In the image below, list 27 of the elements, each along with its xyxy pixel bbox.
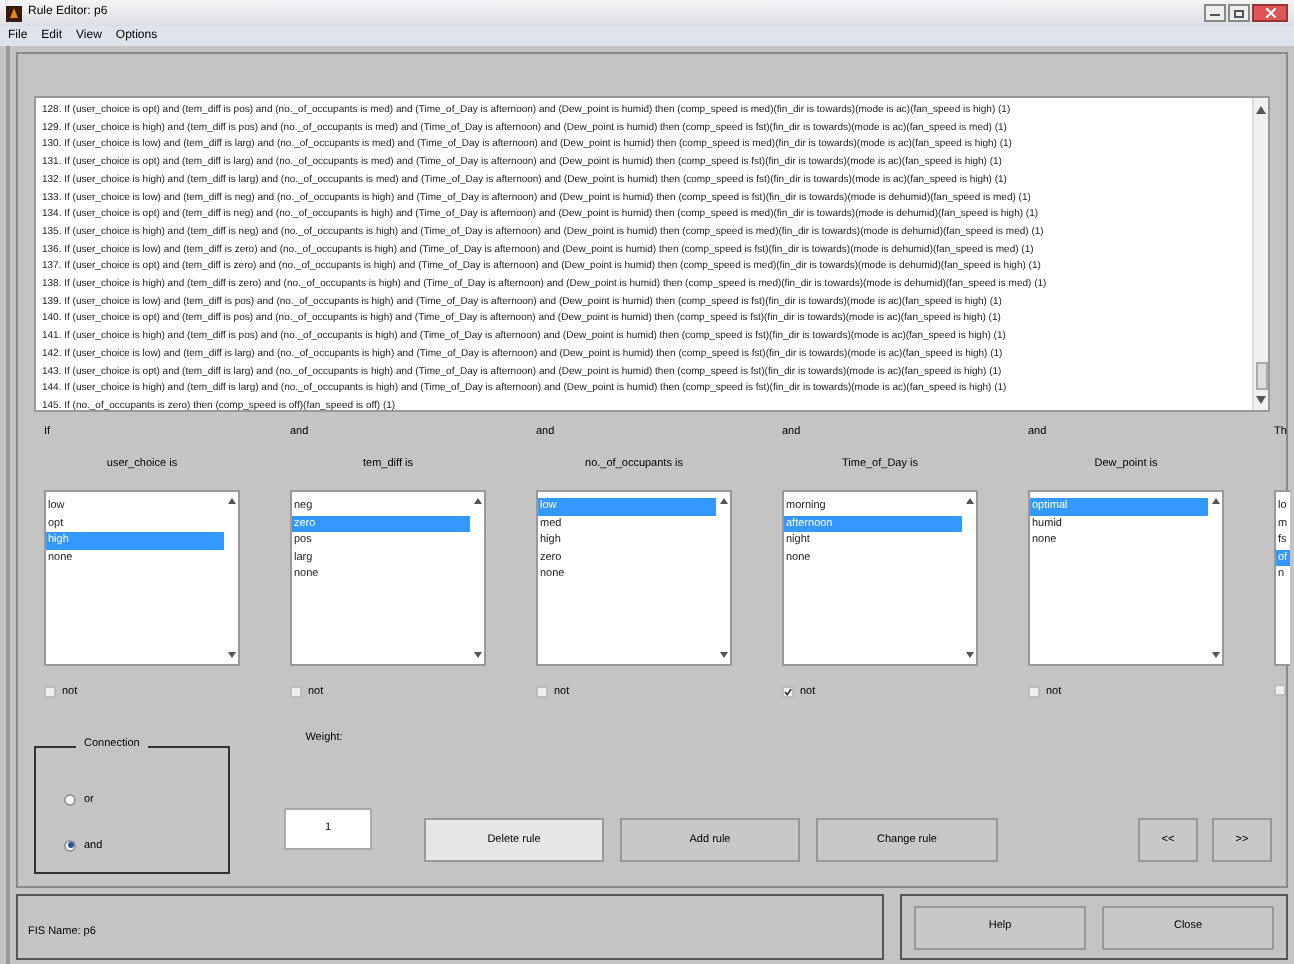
app-icon (6, 5, 22, 21)
down-arrow-icon[interactable] (1211, 652, 1219, 658)
up-arrow-icon[interactable] (1211, 498, 1219, 504)
scrollbar[interactable] (1252, 98, 1268, 410)
checkbox[interactable] (290, 686, 302, 699)
down-arrow-icon[interactable] (965, 652, 973, 658)
checkbox[interactable] (536, 686, 548, 699)
close-icon (1265, 8, 1275, 18)
checkbox[interactable] (782, 686, 794, 699)
down-arrow-icon[interactable] (719, 652, 727, 658)
up-arrow-icon[interactable] (227, 498, 235, 504)
radio-button[interactable] (64, 794, 76, 807)
checkbox[interactable] (44, 686, 56, 699)
close-button[interactable] (1252, 4, 1288, 22)
minimize-button[interactable] (1204, 4, 1226, 22)
radio-button[interactable] (64, 839, 76, 852)
up-arrow-icon[interactable] (719, 498, 727, 504)
up-arrow-icon[interactable] (1256, 106, 1266, 114)
down-arrow-icon[interactable] (473, 652, 481, 658)
up-arrow-icon[interactable] (473, 498, 481, 504)
scrollbar-thumb[interactable] (1255, 362, 1267, 390)
checkbox[interactable] (1028, 686, 1040, 699)
up-arrow-icon[interactable] (965, 498, 973, 504)
down-arrow-icon[interactable] (227, 652, 235, 658)
maximize-button[interactable] (1228, 4, 1250, 22)
checkbox[interactable] (1274, 684, 1286, 696)
down-arrow-icon[interactable] (1256, 396, 1266, 404)
